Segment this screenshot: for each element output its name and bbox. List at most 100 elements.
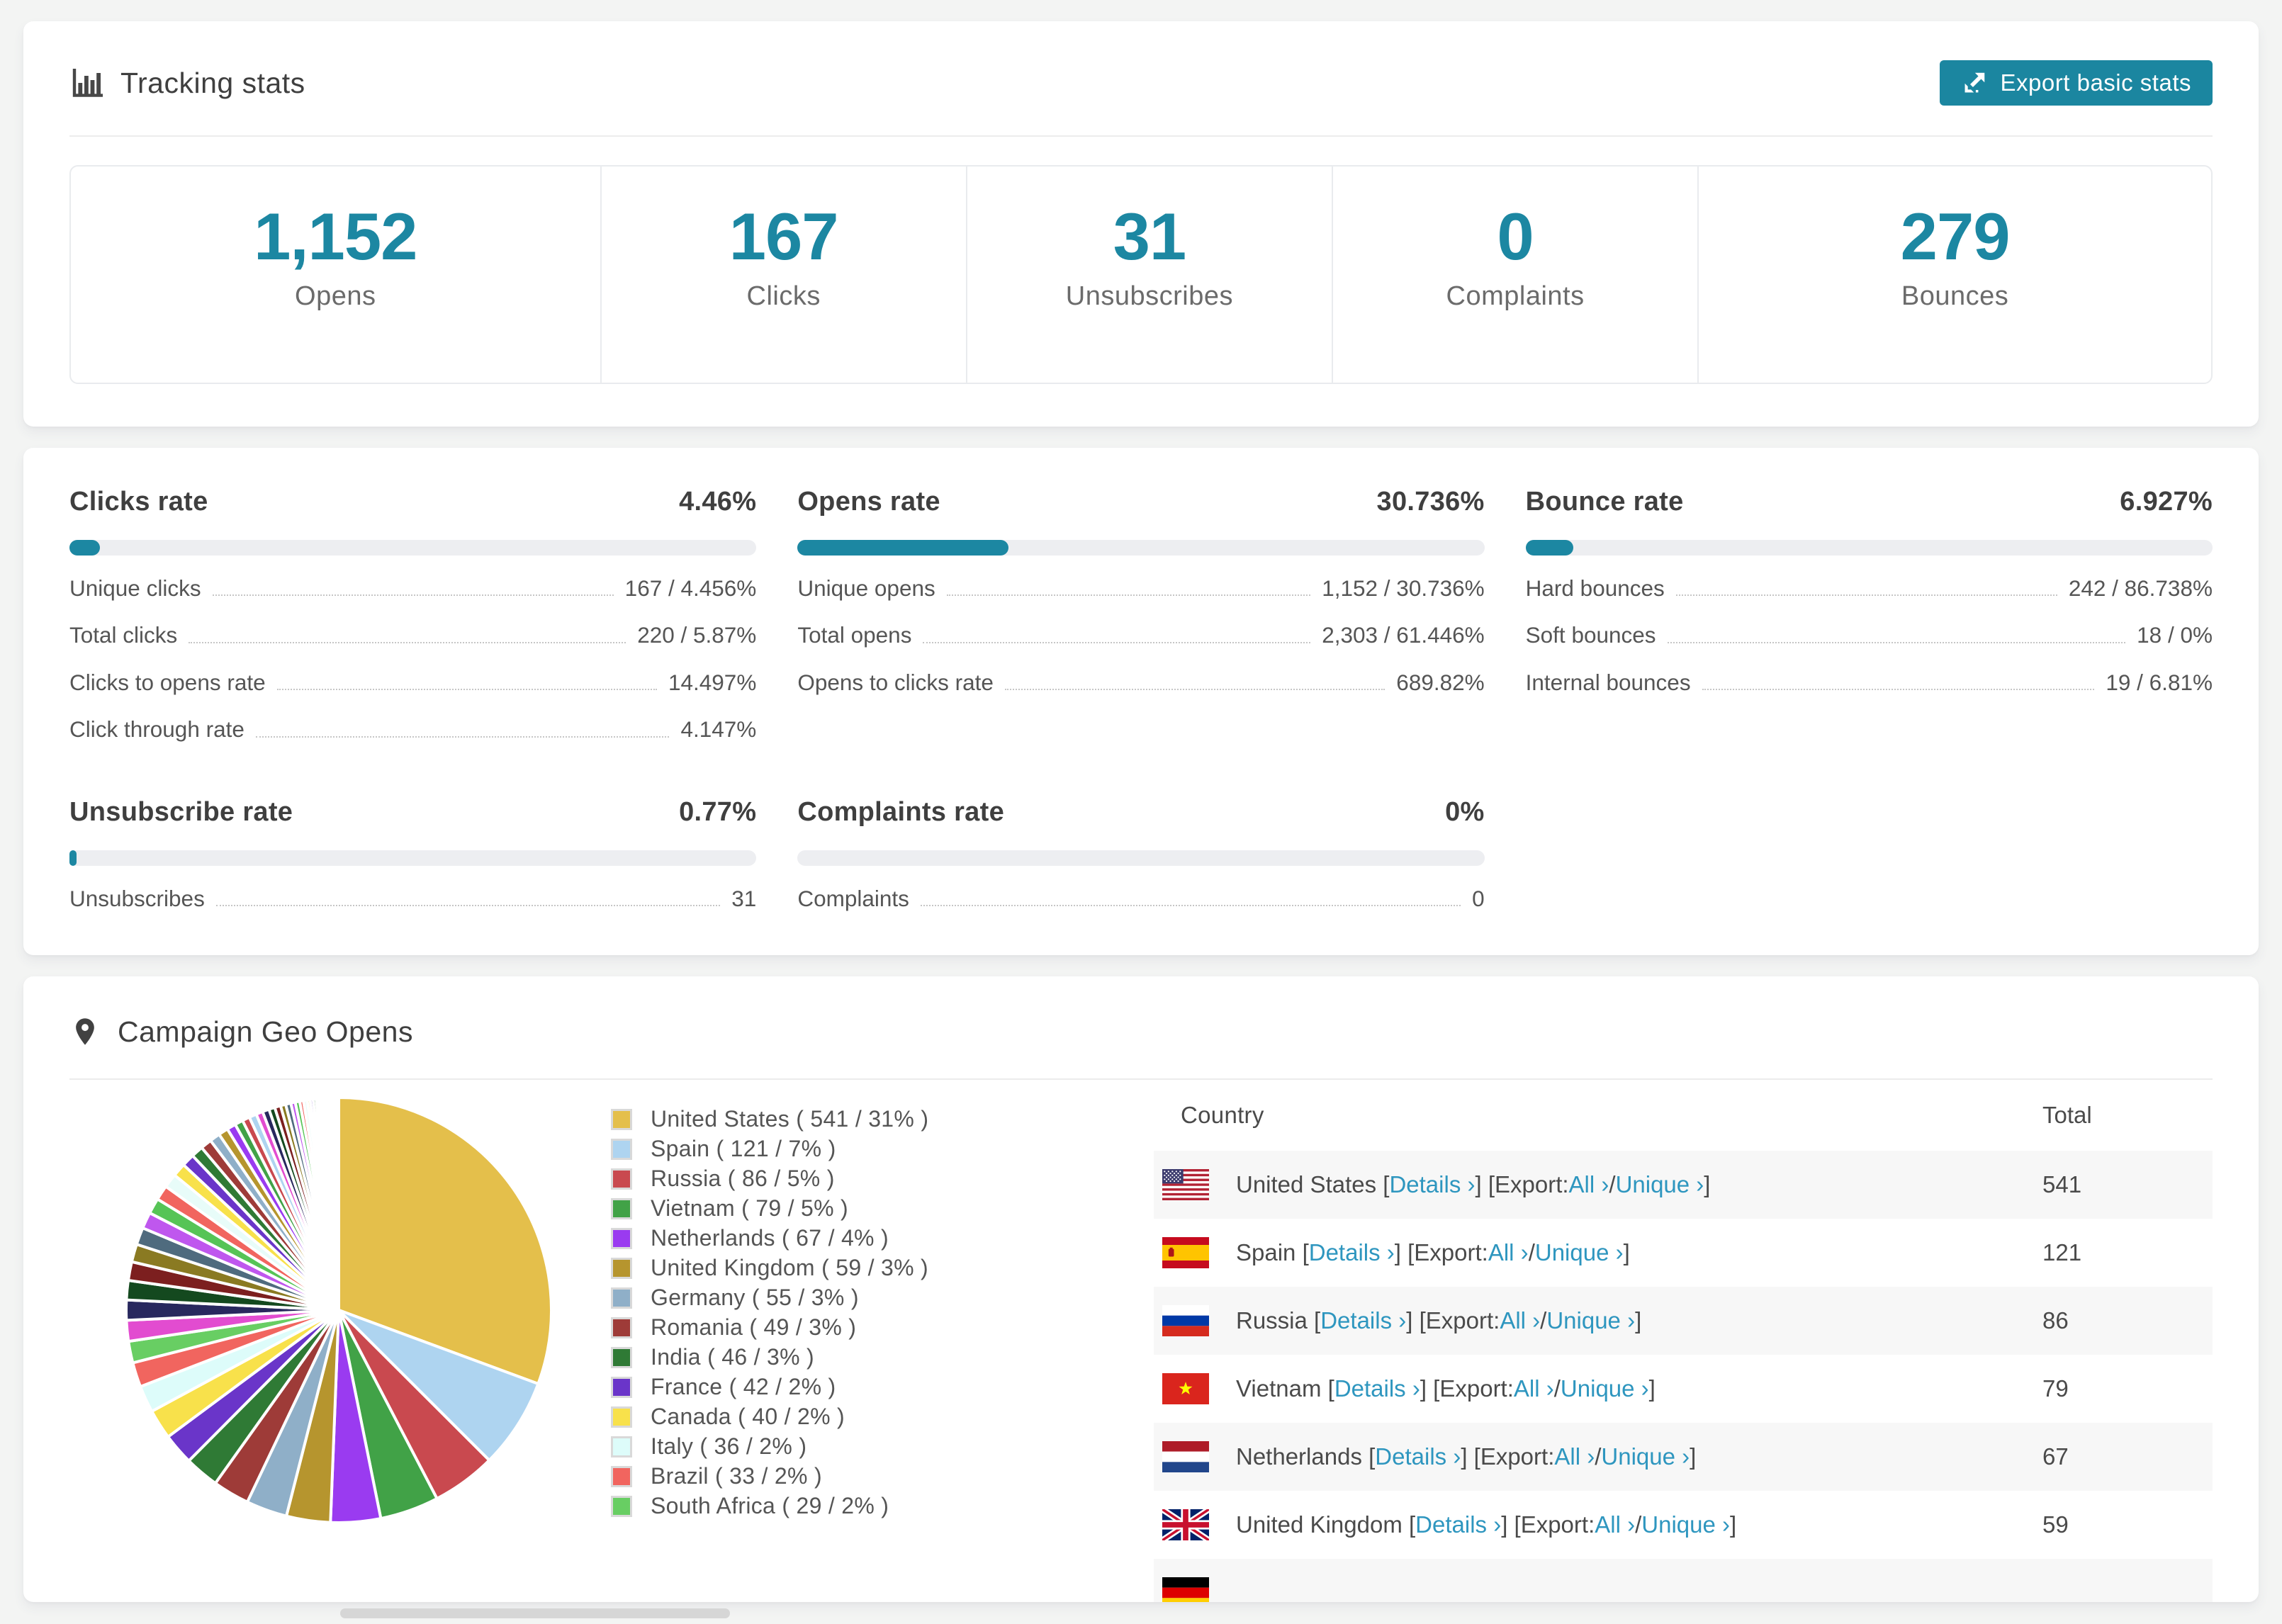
location-pin-icon <box>76 1018 94 1046</box>
geo-content: United States ( 541 / 31% ) Spain ( 121 /… <box>69 1080 2213 1602</box>
details-link[interactable]: Details › <box>1320 1307 1406 1334</box>
rate-row-value-total-opens: 2,303 / 61.446% <box>1322 622 1485 648</box>
export-unique-link[interactable]: Unique › <box>1601 1443 1690 1470</box>
geo-total-cell-united-states: 541 <box>2042 1171 2082 1197</box>
rates-card: Clicks rate 4.46% Unique clicks 167 / 4.456… <box>23 448 2259 955</box>
export-all-link[interactable]: All › <box>1500 1307 1540 1334</box>
bracket-text: [ <box>1314 1307 1321 1333</box>
stat-value-bounces: 279 <box>1900 199 2011 274</box>
geo-total-cell-russia: 86 <box>2042 1307 2069 1333</box>
dotted-leader <box>255 735 670 738</box>
geo-table-row-united-states: United States [Details ›] [Export: All ›… <box>1154 1150 2213 1219</box>
tracking-stats-header: Tracking stats Export basic stats <box>69 60 2213 137</box>
bracket-text: ] <box>1704 1171 1711 1197</box>
country-name: United States <box>1236 1171 1383 1197</box>
dotted-leader <box>1667 641 2126 643</box>
export-unique-link[interactable]: Unique › <box>1616 1171 1704 1198</box>
export-unique-link[interactable]: Unique › <box>1546 1307 1635 1334</box>
legend-swatch-brazil <box>611 1465 632 1487</box>
legend-swatch-india <box>611 1346 632 1368</box>
dotted-leader <box>1004 689 1386 691</box>
rate-row-label-soft-bounces: Soft bounces <box>1525 622 1656 648</box>
bracket-text: [ <box>1302 1239 1309 1265</box>
rate-row-label-click-through-rate: Click through rate <box>69 716 244 743</box>
geo-table: Country Total United States [Details ›] … <box>1154 1080 2213 1602</box>
export-unique-link[interactable]: Unique › <box>1641 1511 1730 1538</box>
geo-table-row-united-kingdom: United Kingdom [Details ›] [Export: All … <box>1154 1491 2213 1559</box>
country-name: Spain <box>1236 1239 1303 1265</box>
legend-item-italy: Italy ( 36 / 2% ) <box>611 1432 1104 1462</box>
flag-icon-ru <box>1162 1304 1209 1336</box>
geo-opens-pie-chart <box>125 1095 553 1524</box>
export-all-link[interactable]: All › <box>1554 1443 1595 1470</box>
flag-icon-vn <box>1162 1372 1209 1404</box>
details-link[interactable]: Details › <box>1334 1375 1420 1402</box>
bracket-text: ] [Export: <box>1406 1307 1500 1333</box>
export-unique-link[interactable]: Unique › <box>1561 1375 1649 1402</box>
legend-swatch-south-africa <box>611 1495 632 1517</box>
export-unique-link[interactable]: Unique › <box>1535 1239 1624 1266</box>
flag-icon-nl <box>1162 1440 1209 1472</box>
page: Tracking stats Export basic stats 1,152 O… <box>0 0 2282 1602</box>
legend-item-germany: Germany ( 55 / 3% ) <box>611 1283 1104 1313</box>
legend-swatch-romania <box>611 1316 632 1338</box>
geo-title-text: Campaign Geo Opens <box>118 1015 413 1048</box>
legend-item-brazil: Brazil ( 33 / 2% ) <box>611 1462 1104 1492</box>
export-all-link[interactable]: All › <box>1569 1171 1609 1198</box>
export-icon <box>1965 72 1984 93</box>
rate-head-bounce-rate: Bounce rate 6.927% <box>1526 487 2213 517</box>
stat-complaints: 0 Complaints <box>1333 167 1699 383</box>
geo-pie-legend: United States ( 541 / 31% ) Spain ( 121 /… <box>608 1105 1104 1521</box>
geo-title: Campaign Geo Opens <box>69 1015 413 1049</box>
rate-value-complaints-rate: 0% <box>1445 796 1485 827</box>
details-link[interactable]: Details › <box>1415 1511 1501 1538</box>
export-all-link[interactable]: All › <box>1488 1239 1529 1266</box>
legend-swatch-italy <box>611 1436 632 1457</box>
rate-value-clicks-rate: 4.46% <box>679 487 757 517</box>
dotted-leader <box>276 689 657 691</box>
legend-label-south-africa: South Africa ( 29 / 2% ) <box>651 1493 889 1519</box>
legend-swatch-germany <box>611 1287 632 1309</box>
export-all-link[interactable]: All › <box>1514 1375 1554 1402</box>
bracket-text: ] [Export: <box>1420 1375 1514 1402</box>
rate-progress-clicks-rate <box>69 540 757 556</box>
geo-country-cell-united-states: United States [Details ›] [Export: All ›… <box>1236 1171 2007 1198</box>
details-link[interactable]: Details › <box>1309 1239 1395 1266</box>
stats-summary-row: 1,152 Opens 167 Clicks 31 Unsubscribes 0 Compla… <box>69 165 2213 384</box>
dotted-leader <box>1702 689 2095 691</box>
rate-rows-clicks-rate: Unique clicks 167 / 4.456% Total clicks 220… <box>69 575 756 744</box>
rate-row-unsubscribes: Unsubscribes 31 <box>69 885 756 913</box>
geo-country-cell-united-kingdom: United Kingdom [Details ›] [Export: All … <box>1236 1511 2007 1538</box>
details-link[interactable]: Details › <box>1389 1171 1475 1198</box>
bracket-text: ] [Export: <box>1501 1511 1595 1538</box>
legend-label-brazil: Brazil ( 33 / 2% ) <box>651 1463 822 1489</box>
export-basic-stats-button[interactable]: Export basic stats <box>1939 60 2213 106</box>
legend-label-germany: Germany ( 55 / 3% ) <box>651 1285 859 1311</box>
legend-label-india: India ( 46 / 3% ) <box>651 1344 814 1370</box>
rate-row-label-hard-bounces: Hard bounces <box>1525 575 1665 601</box>
bracket-text: ] [Export: <box>1475 1171 1569 1197</box>
bracket-text: [ <box>1408 1511 1416 1538</box>
export-all-link[interactable]: All › <box>1595 1511 1635 1538</box>
dotted-leader <box>215 904 721 906</box>
legend-label-spain: Spain ( 121 / 7% ) <box>651 1136 836 1162</box>
rate-title-opens-rate: Opens rate <box>797 487 940 517</box>
horizontal-scrollbar-thumb[interactable] <box>340 1608 730 1618</box>
separator-text: / <box>1609 1171 1616 1197</box>
pie-slice-other-50[interactable] <box>336 1095 340 1312</box>
country-name: Vietnam <box>1236 1375 1328 1402</box>
rate-row-internal-bounces: Internal bounces 19 / 6.81% <box>1526 669 2213 697</box>
rate-row-soft-bounces: Soft bounces 18 / 0% <box>1526 621 2213 649</box>
dotted-leader <box>946 594 1311 597</box>
bracket-text: ] [Export: <box>1461 1443 1555 1470</box>
legend-swatch-russia <box>611 1168 632 1190</box>
stat-opens: 1,152 Opens <box>71 167 602 383</box>
bracket-text: ] <box>1623 1239 1630 1265</box>
stat-value-opens: 1,152 <box>254 199 417 274</box>
details-link[interactable]: Details › <box>1375 1443 1461 1470</box>
geo-country-cell-spain: Spain [Details ›] [Export: All › / Uniqu… <box>1236 1239 2007 1266</box>
rate-row-label-opens-to-clicks-rate: Opens to clicks rate <box>797 669 994 695</box>
legend-label-italy: Italy ( 36 / 2% ) <box>651 1433 807 1460</box>
rate-row-value-unique-clicks: 167 / 4.456% <box>624 575 757 601</box>
separator-text: / <box>1553 1375 1561 1402</box>
